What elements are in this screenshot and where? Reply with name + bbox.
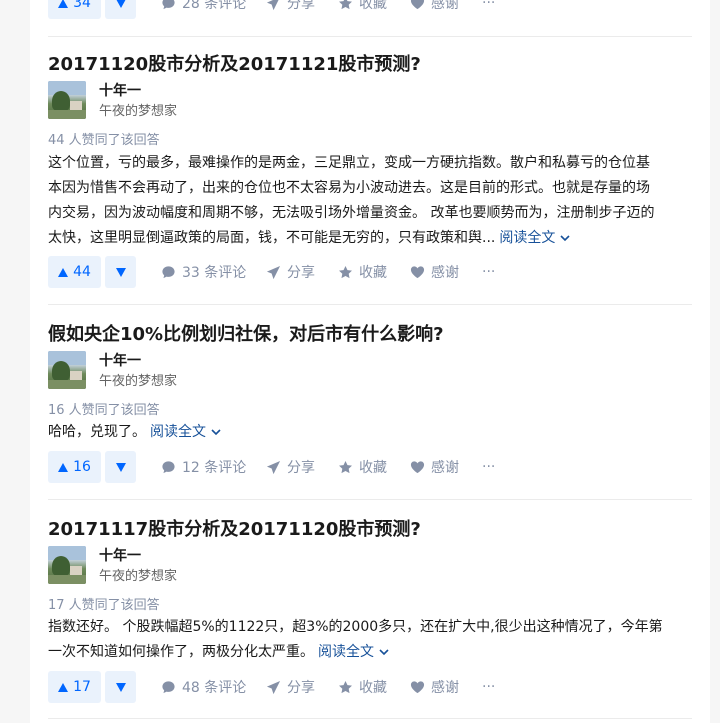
thanks-button[interactable]: 感谢 [410,671,459,703]
star-icon [339,265,352,278]
more-icon: ··· [482,679,496,695]
downvote-button[interactable] [105,671,136,703]
heart-icon [410,681,425,694]
vote-summary: 17 人赞同了该回答 [48,598,160,613]
downvote-button[interactable] [105,0,136,19]
upvote-button[interactable]: 16 [48,451,101,483]
author-name[interactable]: 十年一 [99,350,141,370]
more-button[interactable]: ··· [482,0,495,19]
answer-item: 假如央企10%比例划归社保，对后市有什么影响? 十年一 午夜的梦想家 16 人赞… [48,320,692,490]
answer-actions: 44 33 条评论 分享 收藏 感谢 ··· [48,256,692,288]
share-button[interactable]: 分享 [266,671,315,703]
more-button[interactable]: ··· [482,256,495,288]
paper-plane-icon [266,0,279,10]
downvote-button[interactable] [105,451,136,483]
more-icon: ··· [482,459,496,475]
heart-icon [410,266,425,279]
star-icon [339,0,352,9]
upvote-button[interactable]: 17 [48,671,101,703]
comment-button[interactable]: 12 条评论 [161,451,246,483]
more-button[interactable]: ··· [482,451,495,483]
share-button[interactable]: 分享 [266,451,315,483]
answer-actions: 17 48 条评论 分享 收藏 感谢 ··· [48,671,692,703]
paper-plane-icon [266,680,281,694]
author-bio: 午夜的梦想家 [99,104,178,119]
collect-button[interactable]: 收藏 [338,671,387,703]
more-icon: ··· [482,264,496,280]
divider [48,718,692,719]
comment-button[interactable]: 28 条评论 [161,0,246,19]
chevron-down-icon [560,235,570,242]
read-more-button[interactable]: 阅读全文 [318,644,390,660]
question-title-link[interactable]: 20171117股市分析及20171120股市预测? [48,515,421,541]
answer-feed: 34 28 条评论 分享 收藏 感谢 ··· 20171120股市分析及2017… [30,0,710,723]
more-button[interactable]: ··· [482,671,495,703]
answer-excerpt[interactable]: 哈哈，兑现了。 阅读全文 [48,420,692,445]
upvote-button[interactable]: 44 [48,256,101,288]
triangle-up-icon [58,0,69,8]
star-icon [339,460,352,473]
author-bio: 午夜的梦想家 [99,374,178,389]
avatar[interactable] [48,546,86,584]
avatar[interactable] [48,351,86,389]
thanks-button[interactable]: 感谢 [410,0,459,19]
question-title-link[interactable]: 20171120股市分析及20171121股市预测? [48,50,421,76]
divider [48,499,692,500]
author-name[interactable]: 十年一 [99,80,141,100]
author-bio: 午夜的梦想家 [99,569,178,584]
comment-icon [162,265,175,278]
author-name[interactable]: 十年一 [99,545,141,565]
avatar[interactable] [48,81,86,119]
paper-plane-icon [266,265,281,279]
comment-icon [162,680,175,693]
answer-actions: 16 12 条评论 分享 收藏 感谢 ··· [48,451,692,483]
collect-button[interactable]: 收藏 [338,0,387,19]
triangle-up-icon [58,682,69,692]
downvote-button[interactable] [105,256,136,288]
thanks-button[interactable]: 感谢 [410,451,459,483]
answer-excerpt[interactable]: 这个位置，亏的最多，最难操作的是两金，三足鼎立，变成一方硬抗指数。散户和私募亏的… [48,151,692,251]
triangle-down-icon [115,267,126,277]
more-icon: ··· [482,0,496,11]
collect-button[interactable]: 收藏 [338,451,387,483]
comment-icon [162,460,175,473]
heart-icon [410,0,425,10]
triangle-up-icon [58,267,69,277]
heart-icon [410,461,425,474]
triangle-down-icon [116,0,125,8]
read-more-button[interactable]: 阅读全文 [150,424,222,440]
comment-icon [162,0,175,9]
comment-button[interactable]: 48 条评论 [161,671,246,703]
divider [48,304,692,305]
vote-summary: 44 人赞同了该回答 [48,133,160,148]
star-icon [339,680,352,693]
paper-plane-icon [266,460,281,474]
triangle-up-icon [58,462,69,472]
comment-button[interactable]: 33 条评论 [161,256,246,288]
answer-actions-top: 34 28 条评论 分享 收藏 感谢 ··· [48,0,692,19]
answer-item: 20171120股市分析及20171121股市预测? 十年一 午夜的梦想家 44… [48,50,692,290]
question-title-link[interactable]: 假如央企10%比例划归社保，对后市有什么影响? [48,320,444,346]
thanks-button[interactable]: 感谢 [410,256,459,288]
read-more-button[interactable]: 阅读全文 [499,230,571,246]
chevron-down-icon [211,429,221,436]
chevron-down-icon [379,649,389,656]
triangle-down-icon [115,682,126,692]
answer-item: 20171117股市分析及20171120股市预测? 十年一 午夜的梦想家 17… [48,515,692,715]
vote-summary: 16 人赞同了该回答 [48,403,160,418]
share-button[interactable]: 分享 [266,256,315,288]
share-button[interactable]: 分享 [266,0,315,19]
collect-button[interactable]: 收藏 [338,256,387,288]
answer-excerpt[interactable]: 指数还好。 个股跌幅超5%的1122只，超3%的2000多只，还在扩大中,很少出… [48,615,692,665]
upvote-button[interactable]: 34 [48,0,101,19]
triangle-down-icon [115,462,126,472]
divider [48,36,692,37]
